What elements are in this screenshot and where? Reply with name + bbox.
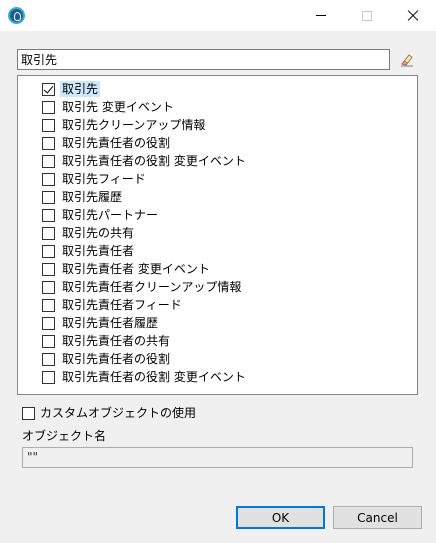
item-checkbox[interactable] bbox=[42, 154, 55, 168]
list-item[interactable]: 取引先責任者 変更イベント bbox=[42, 260, 212, 278]
cancel-button[interactable]: Cancel bbox=[333, 506, 422, 529]
minimize-button[interactable] bbox=[298, 0, 344, 31]
item-label: 取引先の共有 bbox=[62, 226, 135, 240]
filter-input[interactable] bbox=[17, 49, 390, 70]
item-label: 取引先 bbox=[60, 81, 101, 97]
object-name-field: "" bbox=[22, 447, 413, 468]
item-checkbox[interactable] bbox=[42, 190, 55, 204]
item-checkbox[interactable] bbox=[42, 298, 55, 312]
list-item[interactable]: 取引先クリーンアップ情報 bbox=[42, 116, 207, 134]
list-item[interactable]: 取引先の共有 bbox=[42, 224, 136, 242]
item-label: 取引先パートナー bbox=[62, 208, 159, 222]
item-label: 取引先責任者フィード bbox=[62, 298, 182, 312]
item-label: 取引先責任者 bbox=[62, 244, 135, 258]
item-checkbox[interactable] bbox=[42, 352, 55, 366]
item-checkbox[interactable] bbox=[42, 226, 55, 240]
list-item[interactable]: 取引先責任者フィード bbox=[42, 296, 184, 314]
item-checkbox[interactable] bbox=[42, 118, 55, 132]
list-item[interactable]: 取引先責任者 bbox=[42, 242, 136, 260]
item-checkbox[interactable] bbox=[42, 82, 55, 96]
item-checkbox[interactable] bbox=[42, 334, 55, 348]
list-item[interactable]: 取引先責任者の共有 bbox=[42, 332, 172, 350]
item-label: 取引先責任者の役割 変更イベント bbox=[62, 370, 246, 384]
ok-button[interactable]: OK bbox=[236, 506, 325, 529]
minimize-icon bbox=[316, 15, 326, 16]
object-name-label: オブジェクト名 bbox=[22, 429, 107, 443]
item-label: 取引先 変更イベント bbox=[62, 100, 174, 114]
list-item[interactable]: 取引先 bbox=[42, 80, 101, 98]
item-label: 取引先フィード bbox=[62, 172, 146, 186]
list-item[interactable]: 取引先責任者履歴 bbox=[42, 314, 160, 332]
custom-object-label: カスタムオブジェクトの使用 bbox=[40, 406, 197, 420]
list-item[interactable]: 取引先責任者の役割 bbox=[42, 134, 172, 152]
item-checkbox[interactable] bbox=[42, 136, 55, 150]
item-label: 取引先責任者の共有 bbox=[62, 334, 171, 348]
list-item[interactable]: 取引先責任者の役割 変更イベント bbox=[42, 368, 248, 386]
item-label: 取引先クリーンアップ情報 bbox=[62, 118, 206, 132]
item-checkbox[interactable] bbox=[42, 100, 55, 114]
list-item[interactable]: 取引先履歴 bbox=[42, 188, 124, 206]
close-icon bbox=[407, 10, 419, 22]
item-label: 取引先責任者 変更イベント bbox=[62, 262, 210, 276]
item-label: 取引先責任者の役割 変更イベント bbox=[62, 154, 246, 168]
item-checkbox[interactable] bbox=[42, 208, 55, 222]
maximize-button bbox=[344, 0, 390, 31]
list-item[interactable]: 取引先パートナー bbox=[42, 206, 160, 224]
item-checkbox[interactable] bbox=[42, 172, 55, 186]
close-button[interactable] bbox=[390, 0, 436, 31]
item-label: 取引先履歴 bbox=[62, 190, 123, 204]
item-label: 取引先責任者クリーンアップ情報 bbox=[62, 280, 242, 294]
list-item[interactable]: 取引先 変更イベント bbox=[42, 98, 176, 116]
list-item[interactable]: 取引先責任者の役割 bbox=[42, 350, 172, 368]
maximize-icon bbox=[362, 10, 372, 21]
item-label: 取引先責任者履歴 bbox=[62, 316, 159, 330]
item-checkbox[interactable] bbox=[42, 370, 55, 384]
list-item[interactable]: 取引先フィード bbox=[42, 170, 148, 188]
item-label: 取引先責任者の役割 bbox=[62, 352, 171, 366]
custom-object-option[interactable]: カスタムオブジェクトの使用 bbox=[22, 405, 198, 421]
eraser-icon[interactable] bbox=[399, 52, 415, 68]
custom-object-checkbox[interactable] bbox=[22, 406, 35, 420]
title-bar bbox=[0, 0, 436, 31]
item-checkbox[interactable] bbox=[42, 262, 55, 276]
item-checkbox[interactable] bbox=[42, 244, 55, 258]
list-item[interactable]: 取引先責任者の役割 変更イベント bbox=[42, 152, 248, 170]
item-checkbox[interactable] bbox=[42, 280, 55, 294]
item-checkbox[interactable] bbox=[42, 316, 55, 330]
object-list[interactable]: 取引先 取引先 変更イベント 取引先クリーンアップ情報 取引先責任者の役割 取引先責任者… bbox=[17, 75, 418, 395]
list-item[interactable]: 取引先責任者クリーンアップ情報 bbox=[42, 278, 243, 296]
app-icon bbox=[8, 7, 25, 24]
item-label: 取引先責任者の役割 bbox=[62, 136, 171, 150]
